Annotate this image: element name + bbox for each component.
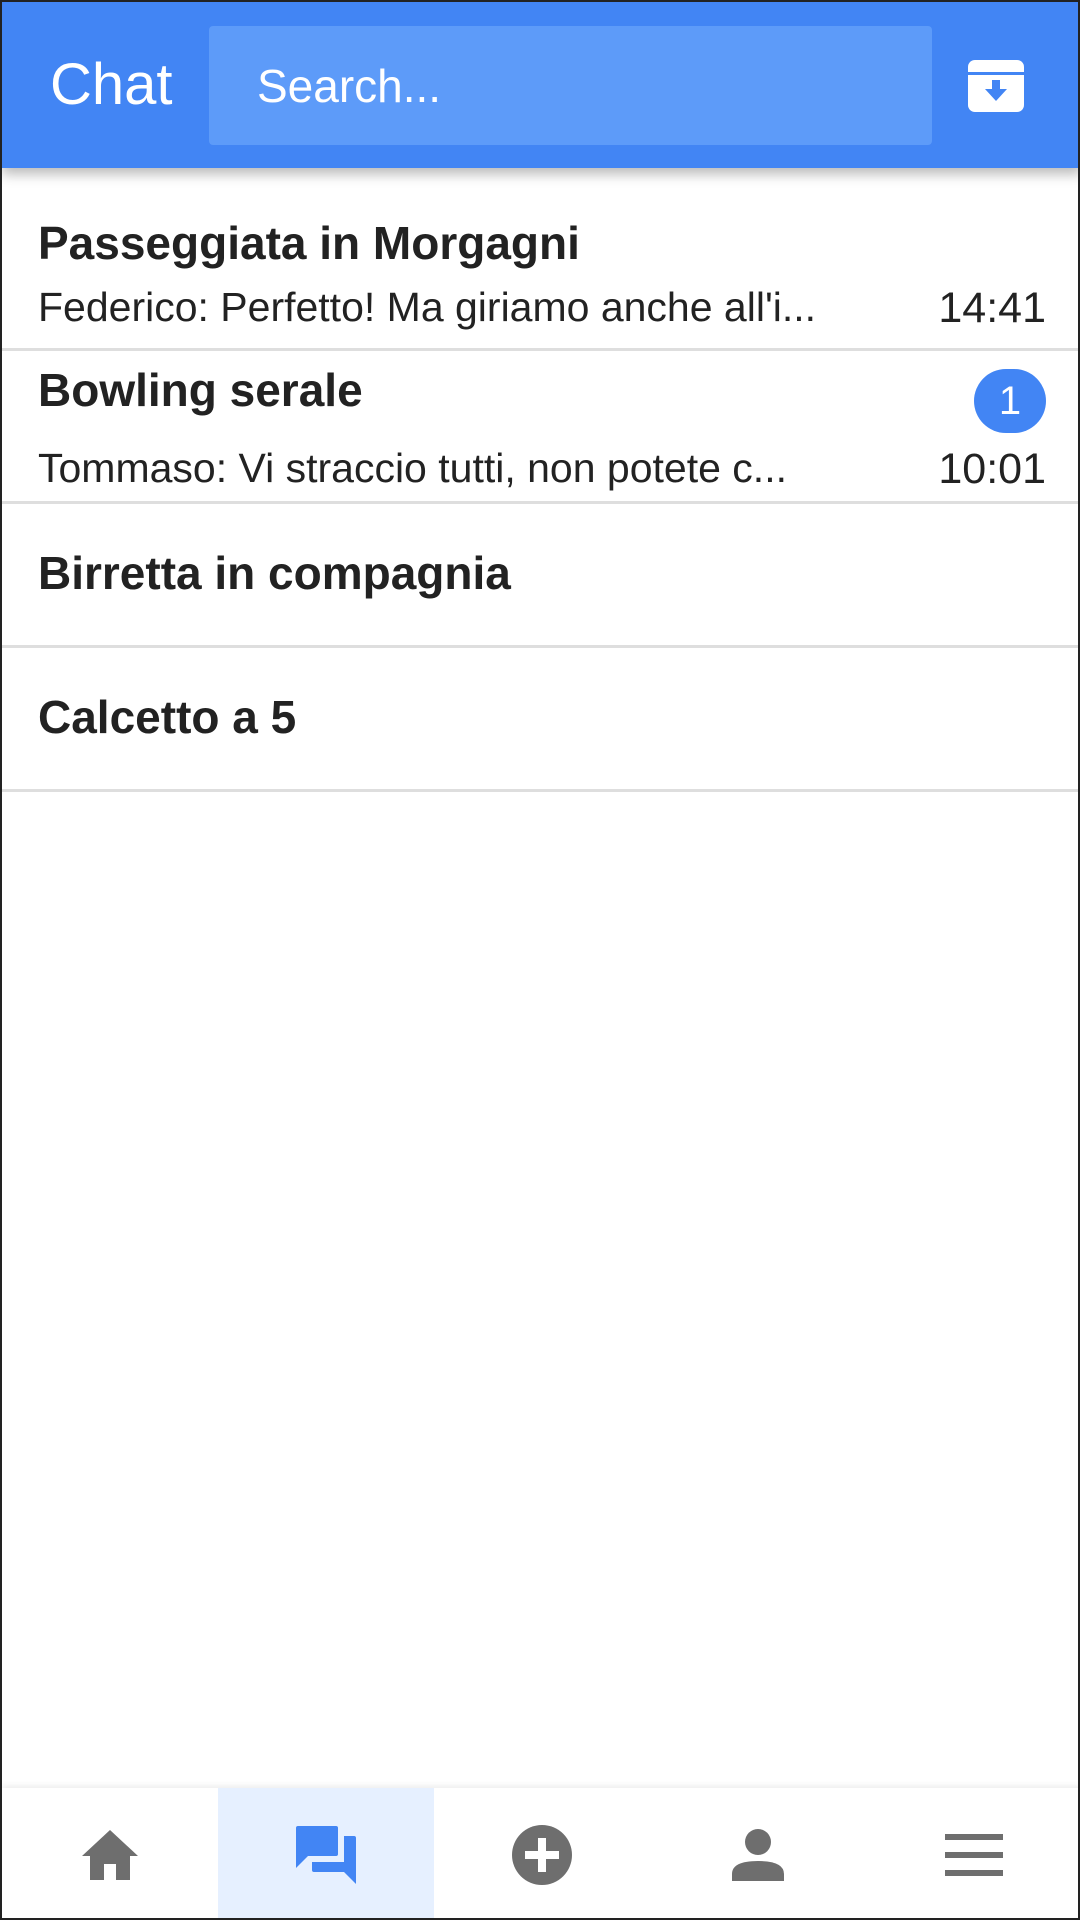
- chat-preview: Federico: Perfetto! Ma giriamo anche all…: [38, 284, 817, 330]
- chat-preview: Tommaso: Vi straccio tutti, non potete c…: [38, 445, 787, 491]
- nav-menu[interactable]: [866, 1788, 1078, 1918]
- home-icon: [82, 1830, 138, 1880]
- chat-screen: Chat Passeggiata in Morgagni Federico: P…: [0, 0, 1080, 1920]
- unread-badge: 1: [974, 369, 1046, 433]
- nav-home[interactable]: [2, 1788, 218, 1918]
- page-title: Chat: [50, 52, 173, 117]
- nav-profile[interactable]: [650, 1788, 866, 1918]
- chat-item-calcetto[interactable]: Calcetto a 5: [2, 648, 1078, 792]
- chat-time: 14:41: [938, 284, 1046, 332]
- search-input[interactable]: [209, 26, 932, 145]
- bottom-nav: [2, 1788, 1078, 1918]
- chat-item-passeggiata[interactable]: Passeggiata in Morgagni Federico: Perfet…: [2, 168, 1078, 351]
- nav-add[interactable]: [434, 1788, 650, 1918]
- nav-chat[interactable]: [218, 1788, 434, 1918]
- chat-title: Bowling serale: [38, 364, 363, 416]
- chat-list: Passeggiata in Morgagni Federico: Perfet…: [2, 168, 1078, 792]
- menu-icon: [945, 1834, 1003, 1876]
- chat-title: Birretta in compagnia: [38, 547, 511, 599]
- archive-button[interactable]: [966, 56, 1026, 116]
- chat-title: Passeggiata in Morgagni: [38, 217, 580, 269]
- person-icon: [732, 1829, 784, 1881]
- chat-title: Calcetto a 5: [38, 691, 297, 743]
- chat-item-birretta[interactable]: Birretta in compagnia: [2, 504, 1078, 648]
- chat-time: 10:01: [938, 445, 1046, 493]
- app-bar: Chat: [2, 2, 1078, 168]
- add-circle-icon: [512, 1825, 572, 1885]
- chat-icon: [296, 1826, 356, 1884]
- archive-download-icon: [968, 60, 1024, 112]
- chat-item-bowling[interactable]: Bowling serale 1 Tommaso: Vi straccio tu…: [2, 351, 1078, 504]
